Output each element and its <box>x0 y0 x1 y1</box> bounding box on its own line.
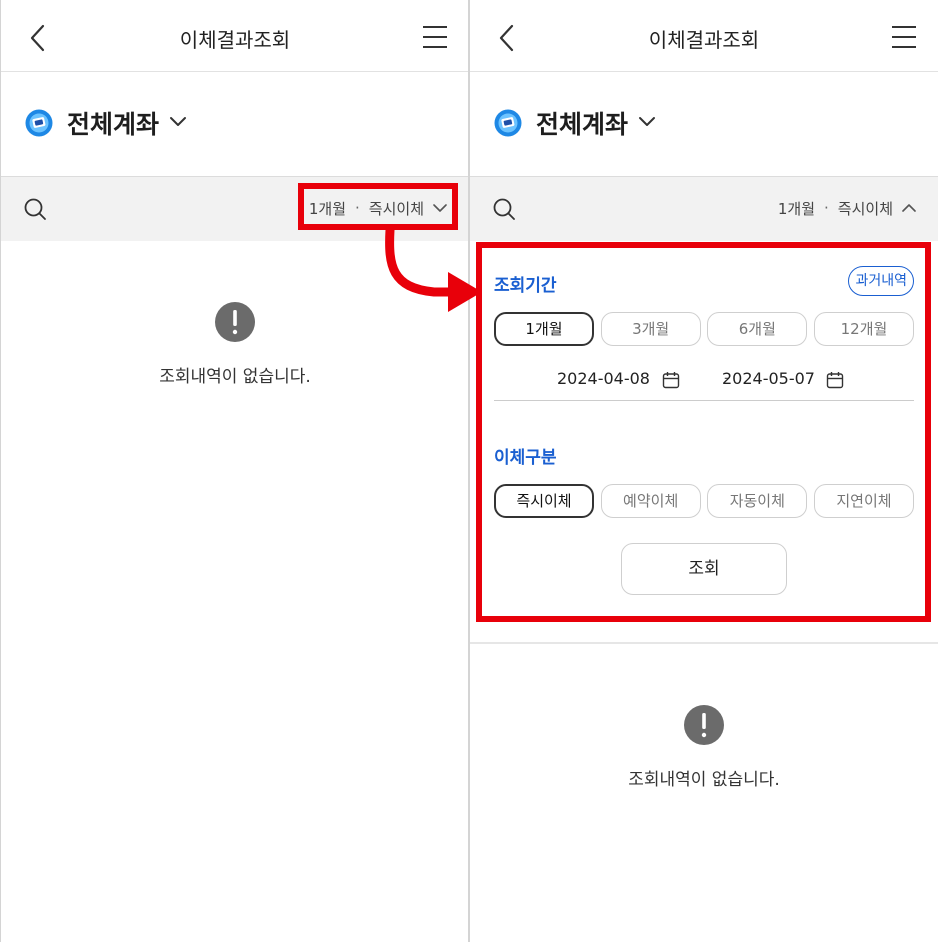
alert-icon <box>684 705 724 745</box>
chevron-up-icon <box>902 204 916 212</box>
screen-right: 이체결과조회 전체계좌 1개월 · 즉시이체 조회기간 과거내역 1개월 3개월… <box>470 0 938 942</box>
chevron-down-icon[interactable] <box>638 116 656 128</box>
search-icon[interactable] <box>492 197 516 221</box>
empty-state: 조회내역이 없습니다. <box>470 705 938 790</box>
top-bar: 이체결과조회 <box>1 0 468 72</box>
section-divider <box>470 642 938 644</box>
alert-icon <box>215 302 255 342</box>
hamburger-menu-icon[interactable] <box>421 24 449 50</box>
highlight-box <box>476 242 931 622</box>
account-selector[interactable]: 전체계좌 <box>1 72 468 177</box>
account-name: 전체계좌 <box>67 110 160 139</box>
empty-message: 조회내역이 없습니다. <box>159 367 311 387</box>
filter-type: 즉시이체 <box>837 199 893 218</box>
account-selector[interactable]: 전체계좌 <box>470 72 938 177</box>
bank-logo-icon <box>25 109 53 137</box>
annotation-arrow-icon <box>385 226 482 312</box>
screen-left: 이체결과조회 전체계좌 1개월 · 즉시이체 조회내역이 없습니다. <box>0 0 468 942</box>
hamburger-menu-icon[interactable] <box>890 24 918 50</box>
page-title: 이체결과조회 <box>648 28 760 52</box>
filter-bar: 1개월 · 즉시이체 <box>470 177 938 241</box>
search-icon[interactable] <box>23 197 47 221</box>
empty-message: 조회내역이 없습니다. <box>628 770 780 790</box>
filter-separator: · <box>824 199 829 217</box>
top-bar: 이체결과조회 <box>470 0 938 72</box>
filter-period: 1개월 <box>777 199 816 218</box>
account-name: 전체계좌 <box>536 110 629 139</box>
page-title: 이체결과조회 <box>179 28 291 52</box>
filter-summary-toggle[interactable]: 1개월 · 즉시이체 <box>778 195 916 221</box>
bank-logo-icon <box>494 109 522 137</box>
chevron-down-icon[interactable] <box>169 116 187 128</box>
highlight-box <box>298 183 458 230</box>
